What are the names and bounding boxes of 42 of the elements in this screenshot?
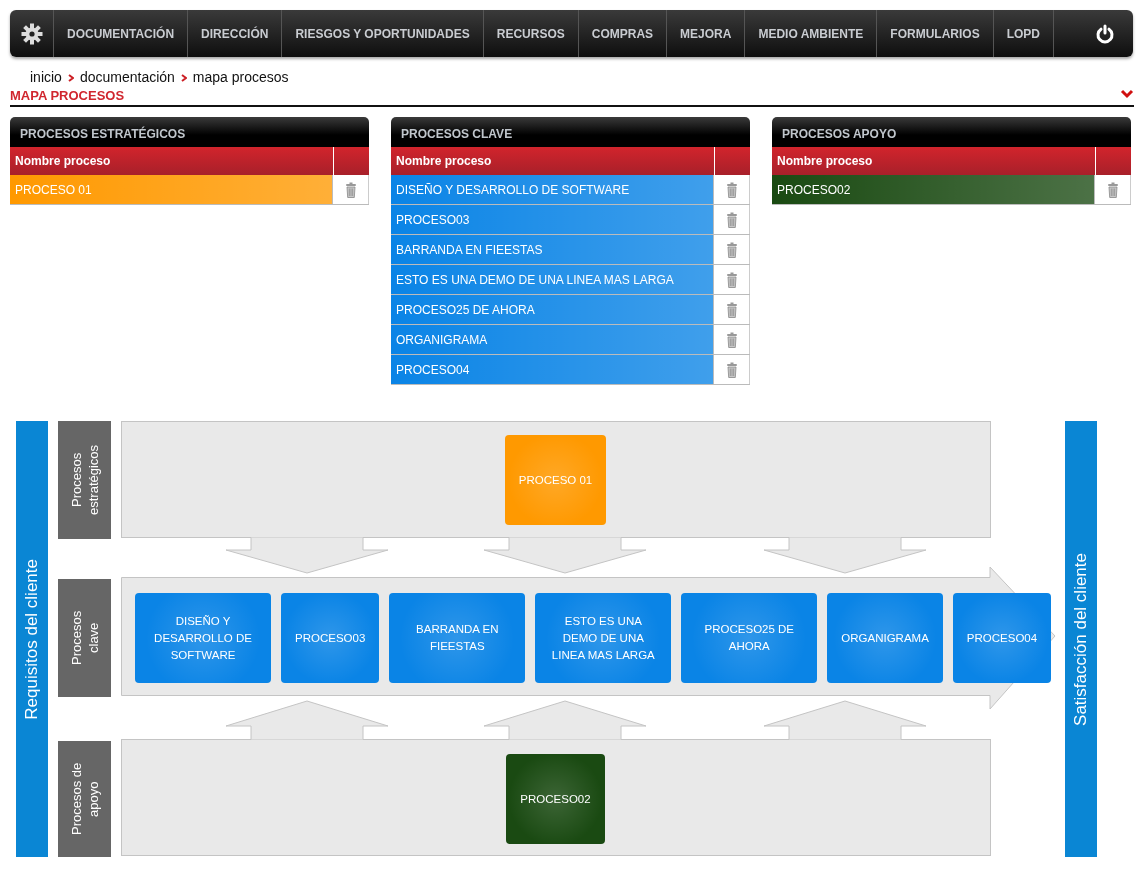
nav-menu-item[interactable]: RIESGOS Y OPORTUNIDADES — [282, 10, 484, 57]
column-header: Nombre proceso — [10, 147, 334, 175]
process-row-cell[interactable]: PROCESO 01 — [10, 175, 333, 204]
process-box[interactable]: PROCESO25 DE AHORA — [681, 593, 818, 683]
process-row-cell[interactable]: BARRANDA EN FIEESTAS — [391, 235, 714, 264]
page-title: MAPA PROCESOS — [10, 88, 125, 103]
process-row-cell[interactable]: ESTO ES UNA DEMO DE UNA LINEA MAS LARGA — [391, 265, 714, 294]
process-box[interactable]: ORGANIGRAMA — [827, 593, 943, 683]
nav-menu-item[interactable]: DIRECCIÓN — [188, 10, 283, 57]
panel-header: PROCESOS CLAVE — [391, 117, 750, 147]
lane-label-text: Procesos clave — [67, 609, 102, 668]
nav-menu-item[interactable]: DOCUMENTACIÓN — [54, 10, 189, 57]
nav-menu-item[interactable]: RECURSOS — [483, 10, 579, 57]
process-box[interactable]: DISEÑO Y DESARROLLO DE SOFTWARE — [135, 593, 271, 683]
panel-header: PROCESOS APOYO — [772, 117, 1131, 147]
side-label: Satisfacción del cliente — [1071, 552, 1091, 726]
process-row-cell[interactable]: PROCESO02 — [772, 175, 1095, 204]
process-box[interactable]: PROCESO 01 — [504, 435, 607, 525]
breadcrumb-link[interactable]: inicio — [30, 69, 62, 85]
process-row-cell[interactable]: PROCESO03 — [391, 205, 714, 234]
process-row-cell[interactable]: ORGANIGRAMA — [391, 325, 714, 354]
process-box[interactable]: PROCESO02 — [506, 754, 605, 844]
panel-header: PROCESOS ESTRATÉGICOS — [10, 117, 369, 147]
process-row-cell[interactable]: DISEÑO Y DESARROLLO DE SOFTWARE — [391, 175, 714, 204]
nav-menu-item[interactable]: COMPRAS — [578, 10, 668, 57]
lane-label-text: Procesos de apoyo — [67, 761, 102, 838]
side-label: Requisitos del cliente — [22, 558, 42, 720]
nav-menu-item[interactable]: FORMULARIOS — [877, 10, 994, 57]
breadcrumb-link[interactable]: documentación — [79, 69, 175, 85]
column-header: Nombre proceso — [772, 147, 1096, 175]
process-row-cell[interactable]: PROCESO04 — [391, 355, 714, 384]
process-box[interactable]: PROCESO04 — [952, 593, 1052, 683]
nav-menu-item[interactable]: MEDIO AMBIENTE — [745, 10, 878, 57]
nav-menu-item[interactable]: LOPD — [993, 10, 1054, 57]
process-box[interactable]: ESTO ES UNA DEMO DE UNA LINEA MAS LARGA — [535, 593, 672, 683]
breadcrumb-link[interactable]: mapa procesos — [192, 69, 289, 85]
nav-menu-item[interactable]: MEJORA — [667, 10, 746, 57]
column-header: Nombre proceso — [391, 147, 715, 175]
process-box[interactable]: BARRANDA EN FIEESTAS — [389, 593, 526, 683]
process-box[interactable]: PROCESO03 — [281, 593, 380, 683]
process-row-cell[interactable]: PROCESO25 DE AHORA — [391, 295, 714, 324]
lane-label-text: Procesos estratégicos — [67, 443, 102, 518]
